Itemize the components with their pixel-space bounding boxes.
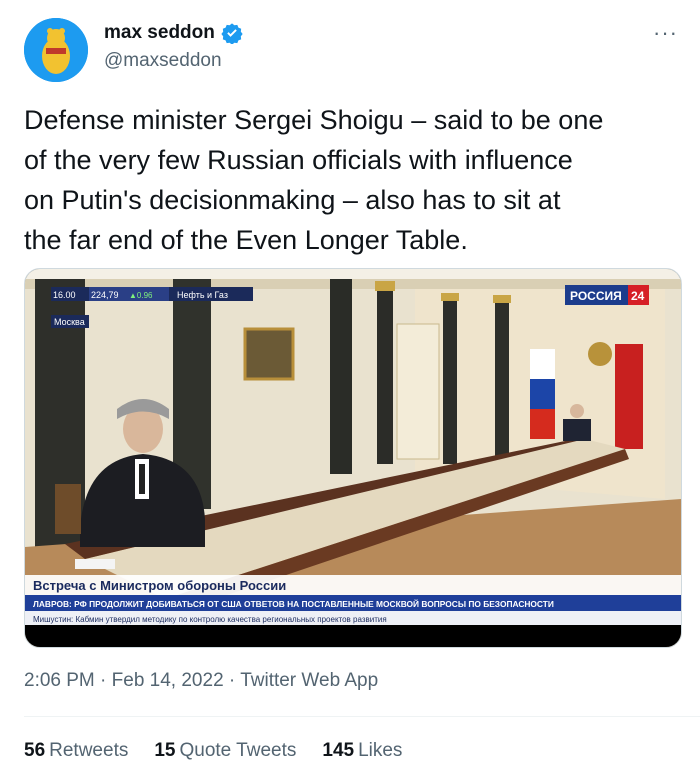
ticker-sector: Нефть и Газ [177,290,228,300]
divider [24,716,700,717]
news-headline: Встреча с Министром обороны России [33,578,286,593]
author-avatar[interactable] [24,18,88,82]
tweet-date[interactable]: Feb 14, 2022 [112,670,224,691]
news-crawl-secondary: Мишустин: Кабмин утвердил методику по ко… [33,615,387,624]
retweets-stat[interactable]: 56 Retweets [24,740,128,762]
author-name[interactable]: max seddon [104,22,215,44]
ticker-change: ▲0.96 [129,291,153,300]
tweet-meta: 2:06 PM · Feb 14, 2022 · Twitter Web App [24,670,378,692]
channel-number: 24 [631,289,645,303]
location-label: Москва [54,317,85,327]
tweet-source[interactable]: Twitter Web App [240,670,378,691]
author-handle[interactable]: @maxseddon [104,50,243,72]
author-block: max seddon @maxseddon [104,22,243,72]
ticker-time: 16.00 [53,290,76,300]
tweet-image: 16.00 224,79 ▲0.96 Нефть и Газ Москва РО… [25,269,681,647]
ticker-value: 224,79 [91,290,119,300]
channel-logo: РОССИЯ [570,289,622,303]
quote-tweets-stat[interactable]: 15 Quote Tweets [154,740,296,762]
tweet-media[interactable]: 16.00 224,79 ▲0.96 Нефть и Газ Москва РО… [24,268,682,648]
bear-avatar-icon [24,18,88,82]
engagement-stats: 56 Retweets 15 Quote Tweets 145 Likes [24,740,402,762]
news-crawl-primary: ЛАВРОВ: РФ ПРОДОЛЖИТ ДОБИВАТЬСЯ ОТ США О… [33,598,554,609]
tweet-time[interactable]: 2:06 PM [24,670,95,691]
verified-badge-icon [221,23,243,44]
more-options-icon[interactable]: ··· [653,20,678,46]
meta-separator: · [94,670,112,691]
meta-separator: · [223,670,241,691]
likes-stat[interactable]: 145 Likes [322,740,402,762]
tweet-text: Defense minister Sergei Shoigu – said to… [24,105,604,255]
